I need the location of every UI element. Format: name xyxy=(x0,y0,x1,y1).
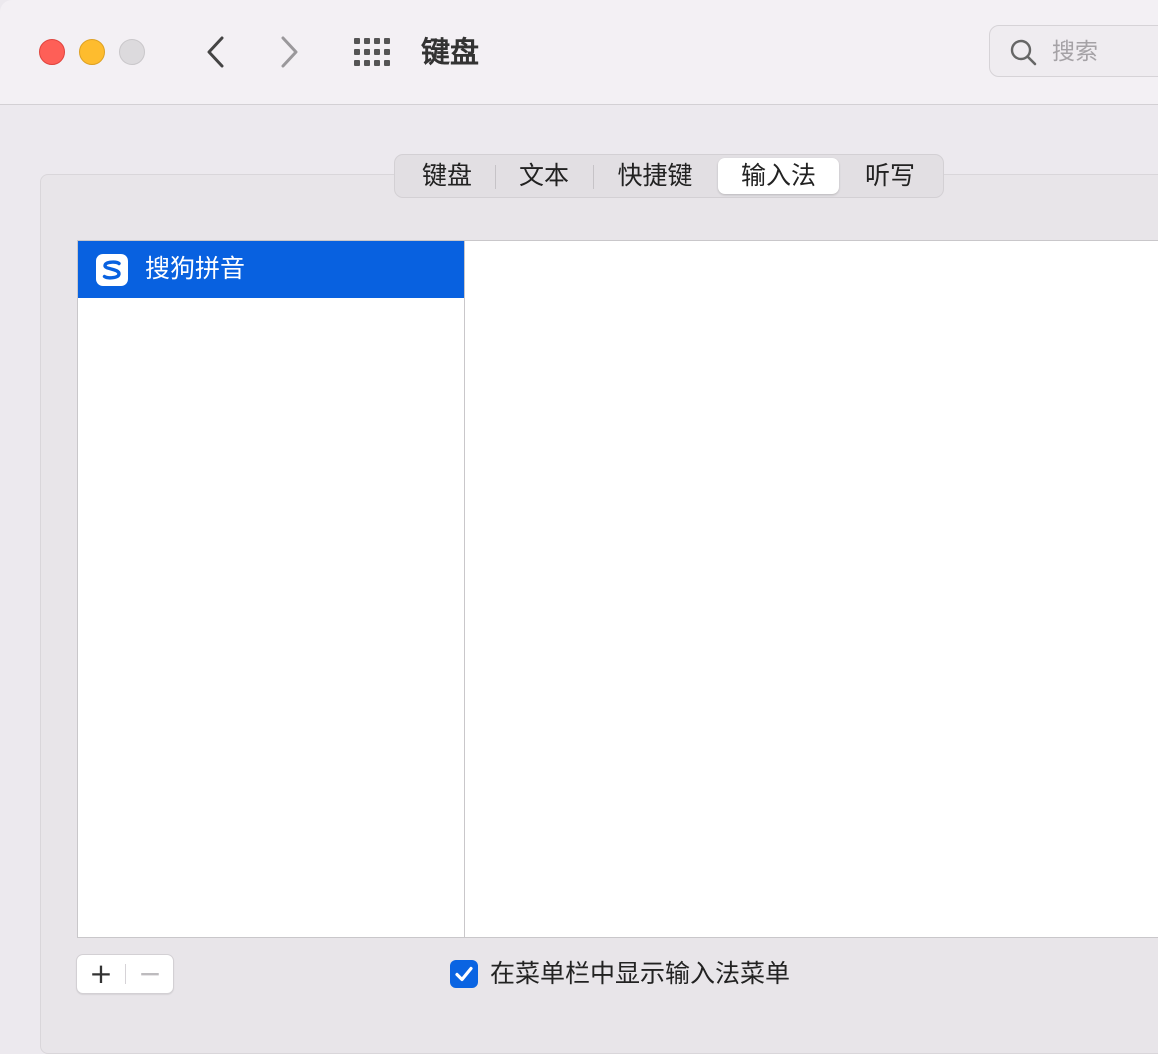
checkmark-icon xyxy=(455,966,473,982)
show-all-grid-button[interactable] xyxy=(352,37,390,67)
minimize-window-button[interactable] xyxy=(79,39,105,65)
remove-input-source-button[interactable]: − xyxy=(126,955,174,993)
window-title: 键盘 xyxy=(421,35,480,69)
chevron-left-icon xyxy=(207,36,224,68)
tab-keyboard[interactable]: 键盘 xyxy=(399,158,495,194)
add-input-source-button[interactable]: + xyxy=(77,955,125,993)
tab-bar: 键盘 文本 快捷键 输入法 听写 xyxy=(394,154,944,198)
tab-dictation[interactable]: 听写 xyxy=(841,158,939,194)
tab-input-sources[interactable]: 输入法 xyxy=(718,158,839,194)
show-input-menu-checkbox[interactable] xyxy=(450,960,478,988)
close-window-button[interactable] xyxy=(39,39,65,65)
sogou-logo-icon xyxy=(96,254,128,286)
input-source-list[interactable]: 搜狗拼音 xyxy=(77,240,465,938)
show-input-menu-label[interactable]: 在菜单栏中显示输入法菜单 xyxy=(490,956,790,992)
zoom-window-button[interactable] xyxy=(119,39,145,65)
search-icon xyxy=(1010,39,1037,66)
search-field[interactable] xyxy=(989,25,1158,77)
search-input[interactable] xyxy=(1050,36,1158,68)
input-source-detail-pane xyxy=(464,240,1158,938)
back-button[interactable] xyxy=(196,30,236,74)
list-item[interactable]: 搜狗拼音 xyxy=(78,241,464,298)
tab-separator xyxy=(593,165,594,189)
add-remove-control: + − xyxy=(76,954,174,994)
tab-shortcuts[interactable]: 快捷键 xyxy=(595,158,715,194)
tab-text[interactable]: 文本 xyxy=(496,158,592,194)
chevron-right-icon xyxy=(281,36,298,68)
forward-button[interactable] xyxy=(270,30,310,74)
title-bar: 键盘 xyxy=(0,0,1158,105)
list-item-label: 搜狗拼音 xyxy=(145,254,246,283)
